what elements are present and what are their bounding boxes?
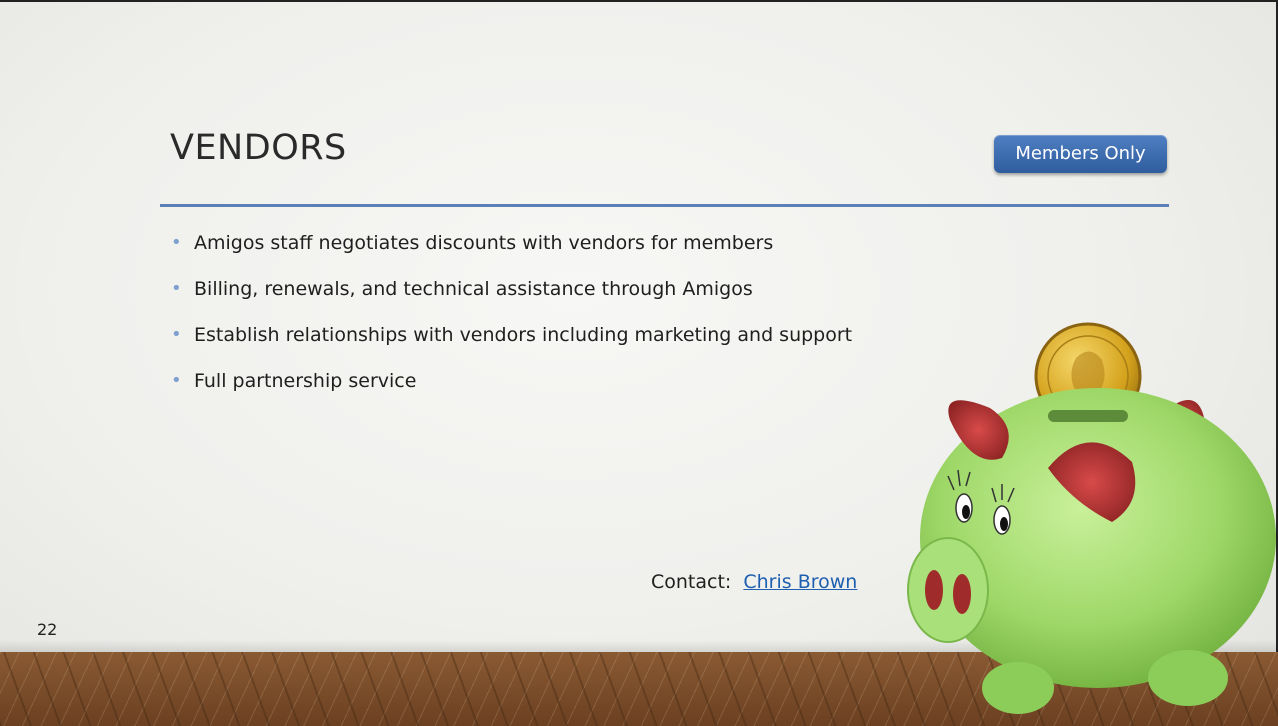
list-item: • Establish relationships with vendors i… [170,322,852,348]
bullet-text: Billing, renewals, and technical assista… [194,278,753,300]
slide-title: VENDORS [170,128,347,168]
contact-link[interactable]: Chris Brown [743,571,857,593]
slide: VENDORS Members Only • Amigos staff nego… [0,0,1278,726]
members-only-button[interactable]: Members Only [994,135,1167,173]
bullet-text: Establish relationships with vendors inc… [194,324,853,346]
list-item: • Billing, renewals, and technical assis… [170,276,852,302]
contact-line: Contact: Chris Brown [651,571,857,593]
slide-border-top [0,0,1278,2]
bullet-text: Amigos staff negotiates discounts with v… [194,232,774,254]
bullet-dot-icon: • [171,370,182,391]
bullet-text: Full partnership service [194,370,417,392]
page-number: 22 [37,620,58,639]
list-item: • Amigos staff negotiates discounts with… [170,230,852,256]
list-item: • Full partnership service [170,368,852,394]
contact-label: Contact: [651,571,732,593]
title-divider [160,204,1169,207]
bullet-dot-icon: • [171,232,182,253]
bullet-dot-icon: • [171,324,182,345]
bullet-dot-icon: • [171,278,182,299]
bullet-list: • Amigos staff negotiates discounts with… [170,230,852,414]
piggy-bank-icon [907,322,1276,714]
